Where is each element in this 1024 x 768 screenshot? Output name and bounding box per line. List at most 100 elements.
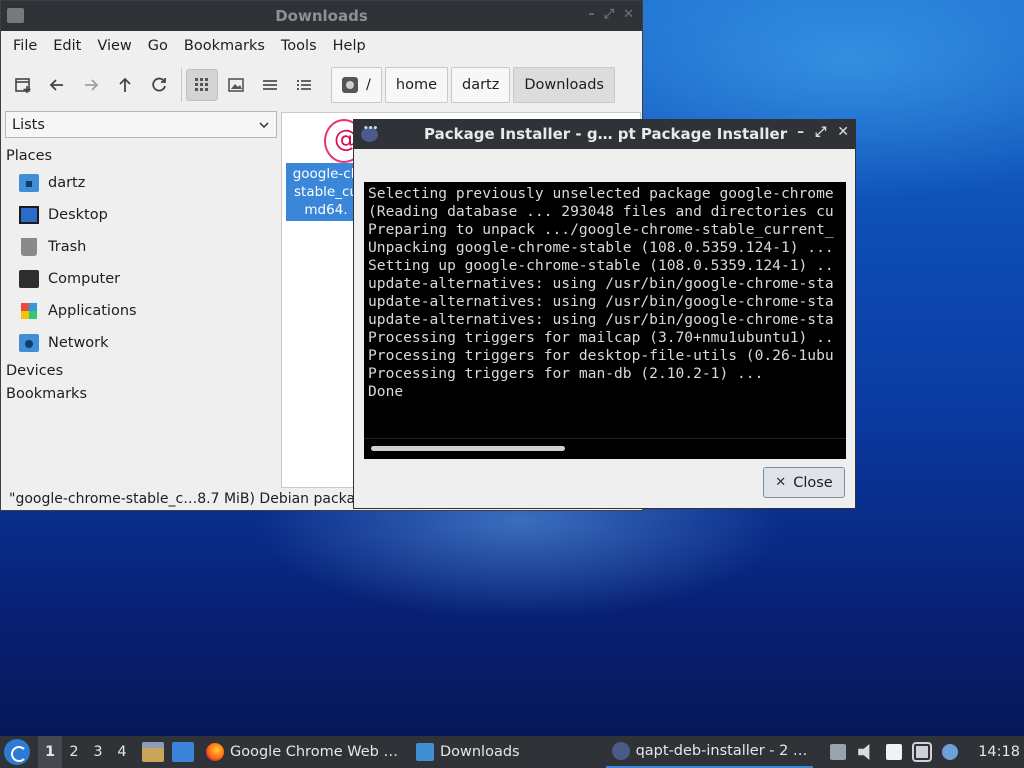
- installer-title: Package Installer - g… pt Package Instal…: [424, 125, 788, 143]
- qapt-icon: [361, 124, 378, 142]
- chevron-down-icon: [259, 121, 269, 128]
- applications-icon: [21, 303, 37, 319]
- menu-view[interactable]: View: [89, 38, 139, 54]
- menu-tools[interactable]: Tools: [273, 38, 325, 54]
- close-button[interactable]: ✕ Close: [763, 467, 845, 498]
- new-tab-button[interactable]: [7, 69, 39, 101]
- sidebar-item-desktop[interactable]: Desktop: [1, 199, 281, 231]
- path-root[interactable]: /: [331, 67, 382, 103]
- reload-button[interactable]: [143, 69, 175, 101]
- clock[interactable]: 14:18: [978, 744, 1020, 760]
- log-line: Selecting previously unselected package …: [368, 185, 834, 202]
- devices-header[interactable]: Devices: [1, 359, 281, 382]
- update-notifier-icon[interactable]: [942, 744, 959, 760]
- menu-edit[interactable]: Edit: [45, 38, 89, 54]
- detailed-view-button[interactable]: [288, 69, 320, 101]
- close-button-label: Close: [793, 474, 833, 491]
- bookmarks-header[interactable]: Bookmarks: [1, 382, 281, 405]
- system-tray: 14:18: [830, 736, 1024, 768]
- scrollbar-thumb[interactable]: [371, 446, 565, 451]
- side-panel-mode-select[interactable]: Lists: [5, 111, 277, 138]
- trash-icon: [21, 238, 37, 256]
- log-line: update-alternatives: using /usr/bin/goog…: [368, 311, 834, 328]
- file-manager-titlebar[interactable]: Downloads – ⤢ ✕: [1, 1, 642, 31]
- package-installer-window: Package Installer - g… pt Package Instal…: [353, 119, 856, 509]
- menu-go[interactable]: Go: [140, 38, 176, 54]
- log-line: Processing triggers for desktop-file-uti…: [368, 347, 834, 364]
- installer-titlebar[interactable]: Package Installer - g… pt Package Instal…: [354, 120, 855, 149]
- desktop-icon: [19, 206, 39, 224]
- log-line: Processing triggers for man-db (2.10.2-1…: [368, 365, 764, 382]
- workspace-1[interactable]: 1: [38, 736, 62, 768]
- close-x-icon: ✕: [775, 475, 787, 490]
- log-line: Preparing to unpack .../google-chrome-st…: [368, 221, 834, 238]
- log-line: Done: [368, 383, 404, 400]
- home-folder-icon: [19, 174, 39, 192]
- sidebar-item-applications[interactable]: Applications: [1, 295, 281, 327]
- places-header: Places: [6, 147, 53, 164]
- compact-view-button[interactable]: [254, 69, 286, 101]
- side-panel-mode-value: Lists: [12, 116, 45, 133]
- menu-file[interactable]: File: [5, 38, 45, 54]
- firefox-icon: [206, 743, 224, 761]
- task-downloads[interactable]: Downloads: [410, 736, 526, 768]
- path-dartz[interactable]: dartz: [451, 67, 511, 103]
- maximize-icon[interactable]: ⤢: [815, 124, 826, 140]
- task-label: Downloads: [439, 744, 520, 760]
- menu-bookmarks[interactable]: Bookmarks: [176, 38, 273, 54]
- task-google-chrome[interactable]: Google Chrome Web …: [200, 736, 404, 768]
- arrow-right-icon: [85, 79, 99, 91]
- show-desktop-icon[interactable]: [172, 742, 194, 762]
- file-manager-launcher-icon[interactable]: [142, 742, 164, 762]
- workspace-3[interactable]: 3: [86, 736, 110, 768]
- close-icon[interactable]: ✕: [623, 7, 634, 22]
- sidebar-item-computer[interactable]: Computer: [1, 263, 281, 295]
- sidebar-item-label: Applications: [48, 303, 137, 319]
- path-home[interactable]: home: [384, 67, 448, 103]
- folder-icon: [415, 743, 434, 761]
- side-panel: Lists Places dartz Desktop Trash Compute…: [1, 109, 281, 485]
- task-qapt-deb-installer[interactable]: qapt-deb-installer - 2 …: [605, 736, 814, 768]
- window-title: Downloads: [275, 7, 368, 25]
- arrow-up-icon: [119, 77, 131, 92]
- path-bar: / home dartz Downloads: [331, 67, 615, 103]
- icon-grid-icon: [195, 78, 208, 91]
- toolbar: / home dartz Downloads: [1, 61, 642, 109]
- log-line: update-alternatives: using /usr/bin/goog…: [368, 293, 834, 310]
- log-line: Unpacking google-chrome-stable (108.0.53…: [368, 239, 834, 256]
- sidebar-item-trash[interactable]: Trash: [1, 231, 281, 263]
- menubar: File Edit View Go Bookmarks Tools Help: [1, 31, 642, 61]
- sidebar-item-network[interactable]: Network: [1, 327, 281, 359]
- icon-view-button[interactable]: [186, 69, 218, 101]
- install-log-terminal[interactable]: Selecting previously unselected package …: [364, 182, 846, 459]
- sidebar-item-label: Desktop: [48, 207, 108, 223]
- sidebar-item-dartz[interactable]: dartz: [1, 167, 281, 199]
- start-menu-icon[interactable]: [4, 739, 30, 765]
- path-downloads[interactable]: Downloads: [513, 67, 615, 103]
- horizontal-scrollbar[interactable]: [364, 438, 846, 459]
- sidebar-item-label: dartz: [48, 175, 86, 191]
- arrow-left-icon: [49, 79, 63, 91]
- log-line: Setting up google-chrome-stable (108.0.5…: [368, 257, 834, 274]
- network-icon[interactable]: [912, 742, 933, 762]
- maximize-icon[interactable]: ⤢: [604, 7, 614, 22]
- workspace-4[interactable]: 4: [110, 736, 134, 768]
- minimize-icon[interactable]: –: [797, 124, 804, 140]
- taskbar: 1 2 3 4 Google Chrome Web … Downloads qa…: [0, 736, 1024, 768]
- notes-icon[interactable]: [830, 744, 847, 760]
- up-button[interactable]: [109, 69, 141, 101]
- close-icon[interactable]: ✕: [837, 124, 849, 140]
- task-label: Google Chrome Web …: [230, 744, 398, 760]
- forward-button[interactable]: [75, 69, 107, 101]
- thumbnail-view-button[interactable]: [220, 69, 252, 101]
- network-icon: [19, 334, 39, 352]
- minimize-icon[interactable]: –: [588, 7, 595, 22]
- clipboard-icon[interactable]: [886, 744, 903, 760]
- list-lines-icon: [263, 80, 277, 90]
- back-button[interactable]: [41, 69, 73, 101]
- menu-help[interactable]: Help: [325, 38, 374, 54]
- volume-icon[interactable]: [858, 744, 870, 760]
- workspace-2[interactable]: 2: [62, 736, 86, 768]
- reload-icon: [152, 77, 166, 92]
- detailed-list-icon: [297, 80, 311, 90]
